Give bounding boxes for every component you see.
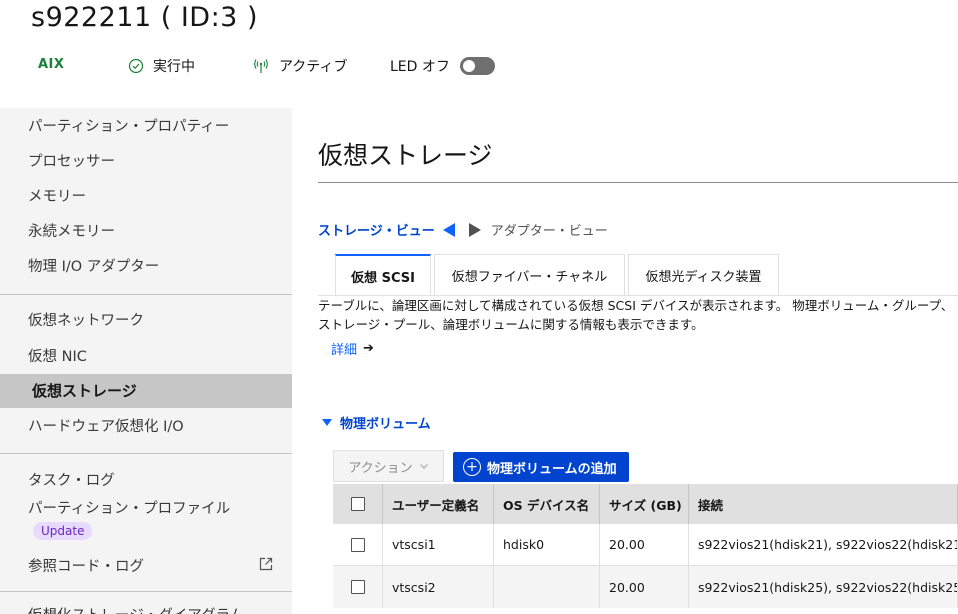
learn-more-link[interactable]: 詳細 ➔ — [331, 339, 374, 358]
sidebar-item-reference-code-log[interactable]: 参照コード・ログ — [28, 555, 144, 576]
triangle-right-icon[interactable] — [467, 221, 483, 239]
arrow-right-icon: ➔ — [363, 341, 374, 356]
sidebar-item-partition-profile[interactable]: パーティション・プロファイル — [28, 497, 230, 518]
row-select-cell — [333, 524, 383, 565]
column-header-connection[interactable]: 接続 — [689, 484, 958, 524]
sidebar-item-virtual-nic[interactable]: 仮想 NIC — [28, 345, 87, 366]
cell-connection: s922vios21(hdisk21), s922vios22(hdisk21) — [689, 524, 958, 565]
led-toggle[interactable] — [459, 57, 495, 75]
sidebar-item-processor[interactable]: プロセッサー — [28, 150, 115, 171]
sidebar-item-label: 仮想ストレージ — [32, 382, 137, 400]
title-divider — [318, 182, 958, 183]
rmc-label: アクティブ — [279, 59, 348, 75]
column-header-user-defined-name[interactable]: ユーザー定義名 — [383, 484, 494, 524]
chevron-down-icon — [419, 464, 428, 469]
update-badge: Update — [33, 522, 93, 540]
cell-os-device-name: hdisk0 — [494, 524, 600, 565]
learn-more-label: 詳細 — [331, 343, 358, 358]
state-label: 実行中 — [153, 59, 195, 75]
storage-view-link[interactable]: ストレージ・ビュー — [318, 220, 435, 239]
cell-user-defined-name: vtscsi2 — [383, 566, 494, 608]
sidebar: パーティション・プロパティー プロセッサー メモリー 永続メモリー 物理 I/O… — [0, 108, 292, 614]
add-button-label: 物理ボリュームの追加 — [487, 461, 617, 477]
cell-user-defined-name: vtscsi1 — [383, 524, 494, 565]
tab-virtual-scsi[interactable]: 仮想 SCSI — [335, 254, 431, 296]
cell-size: 20.00 — [600, 524, 689, 565]
add-circle-icon: + — [463, 458, 481, 476]
sidebar-item-partition-properties[interactable]: パーティション・プロパティー — [28, 115, 229, 136]
section-title: 物理ボリューム — [340, 417, 431, 432]
sidebar-item-memory[interactable]: メモリー — [28, 185, 86, 206]
led-status: LED オフ — [390, 56, 495, 76]
sidebar-item-virtual-storage[interactable]: 仮想ストレージ — [0, 374, 292, 408]
tab-virtual-optical[interactable]: 仮想光ディスク装置 — [628, 254, 779, 296]
page-title: 仮想ストレージ — [318, 141, 493, 170]
led-label: LED オフ — [390, 59, 450, 75]
tab-virtual-fibre-channel[interactable]: 仮想ファイバー・チャネル — [434, 254, 625, 296]
rmc-status: アクティブ — [253, 56, 347, 76]
column-header-size[interactable]: サイズ (GB) — [600, 484, 689, 524]
sidebar-item-virtual-network[interactable]: 仮想ネットワーク — [28, 309, 144, 330]
check-circle-icon — [128, 58, 144, 74]
external-link-icon[interactable] — [258, 556, 274, 572]
table-row[interactable]: vtscsi2 20.00 s922vios21(hdisk25), s922v… — [333, 566, 958, 608]
actions-dropdown[interactable]: アクション — [333, 450, 444, 482]
view-switcher: ストレージ・ビュー アダプター・ビュー — [318, 220, 608, 239]
actions-label: アクション — [348, 460, 413, 476]
antenna-icon — [254, 59, 268, 73]
sidebar-item-persistent-memory[interactable]: 永続メモリー — [28, 220, 115, 241]
cell-size: 20.00 — [600, 566, 689, 608]
adapter-view-link[interactable]: アダプター・ビュー — [491, 220, 608, 239]
select-all-checkbox[interactable] — [350, 497, 365, 511]
sidebar-divider — [0, 591, 292, 592]
sidebar-item-hardware-virtualized-io[interactable]: ハードウェア仮想化 I/O — [28, 415, 184, 436]
cell-connection: s922vios21(hdisk25), s922vios22(hdisk25) — [689, 566, 958, 608]
triangle-left-icon[interactable] — [441, 221, 457, 239]
sidebar-item-physical-io[interactable]: 物理 I/O アダプター — [28, 255, 159, 276]
column-header-os-device-name[interactable]: OS デバイス名 — [494, 484, 600, 524]
sidebar-item-task-log[interactable]: タスク・ログ — [28, 469, 115, 490]
row-checkbox[interactable] — [350, 537, 365, 552]
table-row[interactable]: vtscsi1 hdisk0 20.00 s922vios21(hdisk21)… — [333, 524, 958, 566]
sidebar-divider — [0, 294, 292, 295]
partition-title: s922211 ( ID:3 ) — [31, 2, 258, 33]
physical-volumes-section-toggle[interactable]: 物理ボリューム — [322, 413, 431, 432]
table-header-row: ユーザー定義名 OS デバイス名 サイズ (GB) 接続 — [333, 484, 958, 524]
add-physical-volume-button[interactable]: + 物理ボリュームの追加 — [453, 452, 629, 482]
cell-os-device-name — [494, 566, 600, 608]
sidebar-divider — [0, 453, 292, 454]
caret-down-icon — [322, 419, 332, 426]
row-checkbox[interactable] — [350, 580, 365, 594]
select-all-cell — [333, 484, 383, 524]
description-text: テーブルに、論理区画に対して構成されている仮想 SCSI デバイスが表示されます… — [318, 298, 954, 332]
row-select-cell — [333, 566, 383, 608]
os-type-label: AIX — [38, 57, 65, 72]
sidebar-item-storage-diagram[interactable]: 仮想化ストレージ・ダイアグラム — [28, 604, 244, 614]
state-status: 実行中 — [128, 56, 195, 76]
